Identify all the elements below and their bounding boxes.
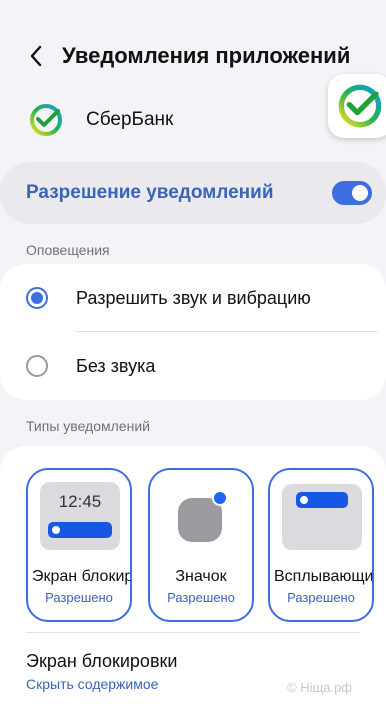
notification-permission-toggle[interactable] — [332, 181, 372, 205]
lock-screen-setting-title: Экран блокировки — [26, 651, 178, 671]
alert-option-label: Разрешить звук и вибрацию — [76, 287, 311, 308]
sberbank-logo-icon — [26, 100, 66, 140]
preview-notification — [48, 522, 112, 538]
tile-status: Разрешено — [287, 590, 355, 605]
tile-title: Экран блокировки — [32, 568, 130, 585]
back-button[interactable] — [18, 38, 54, 74]
type-tile-lock-screen[interactable]: 12:45 Экран блокировки Разрешено — [26, 468, 132, 622]
tile-status: Разрешено — [167, 590, 235, 605]
tile-title: Значок — [175, 568, 227, 585]
lock-screen-preview: 12:45 — [40, 482, 120, 550]
alerts-section-label: Оповещения — [26, 242, 110, 258]
notification-permission-row[interactable]: Разрешение уведомлений — [0, 162, 386, 224]
type-tile-popup[interactable]: Всплывающие Разрешено — [268, 468, 374, 622]
page-title: Уведомления приложений — [62, 43, 351, 68]
popup-preview — [282, 484, 362, 550]
chevron-left-icon — [30, 45, 42, 67]
app-name: СберБанк — [86, 109, 174, 130]
sberbank-logo-large-icon — [338, 84, 382, 128]
tile-title: Всплывающие — [274, 568, 372, 585]
app-row: СберБанк — [0, 74, 386, 148]
radio-sound-vibration[interactable] — [26, 287, 48, 309]
header: Уведомления приложений — [0, 28, 386, 84]
divider — [26, 632, 360, 633]
badge-dot-icon — [212, 490, 228, 506]
alert-option-label: Без звука — [76, 355, 156, 376]
tile-status: Разрешено — [45, 590, 113, 605]
preview-popup-notification — [296, 492, 348, 508]
preview-time: 12:45 — [58, 492, 102, 511]
app-icon-large — [328, 74, 386, 138]
divider — [76, 331, 378, 332]
lock-screen-setting-value: Скрыть содержимое — [26, 676, 159, 692]
types-section-label: Типы уведомлений — [26, 418, 150, 434]
radio-silent[interactable] — [26, 355, 48, 377]
watermark: © Ніща.рф — [287, 680, 352, 695]
toggle-knob — [352, 185, 368, 201]
type-tile-badge[interactable]: Значок Разрешено — [148, 468, 254, 622]
notification-permission-label: Разрешение уведомлений — [26, 182, 274, 203]
alert-option-sound-vibration[interactable]: Разрешить звук и вибрацию — [0, 265, 386, 331]
alert-option-silent[interactable]: Без звука — [0, 333, 386, 399]
